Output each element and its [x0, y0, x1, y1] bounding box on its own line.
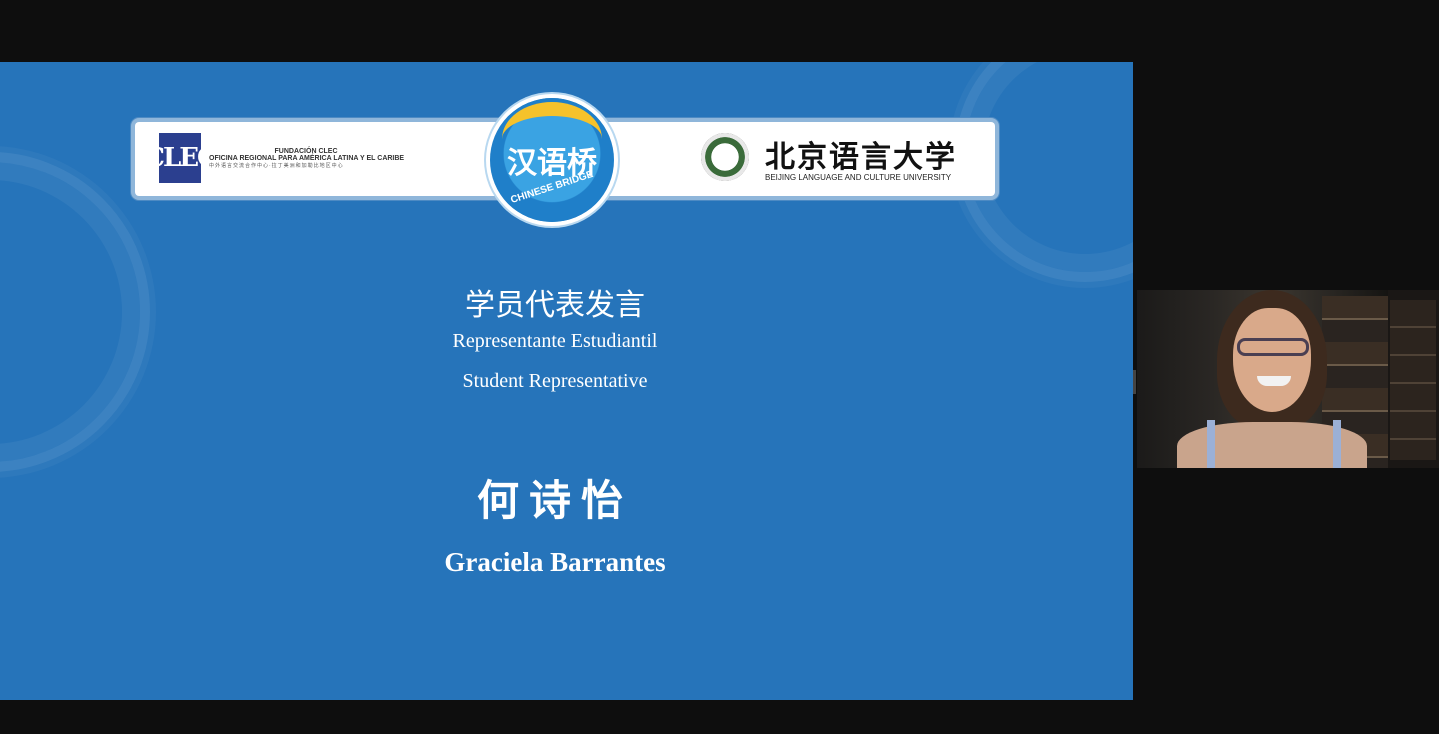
- clec-text: FUNDACIÓN CLEC OFICINA REGIONAL PARA AMÉ…: [209, 148, 404, 169]
- smile: [1257, 376, 1291, 386]
- background-shelf-edge: [1388, 290, 1439, 468]
- clec-line-1: FUNDACIÓN CLEC: [274, 148, 338, 155]
- title-en: Student Representative: [462, 370, 648, 392]
- speaker-name-en: Graciela Barrantes: [444, 547, 666, 577]
- blcu-name-cn: 北京语言大学: [765, 140, 957, 175]
- clec-line-2: OFICINA REGIONAL PARA AMÉRICA LATINA Y E…: [209, 155, 405, 162]
- shared-slide: CLEC FUNDACIÓN CLEC OFICINA REGIONAL PAR…: [0, 62, 1133, 700]
- clec-logo: CLEC: [144, 133, 218, 183]
- participant-video-tile[interactable]: [1137, 290, 1388, 468]
- strap-left: [1207, 420, 1215, 468]
- blcu-name-en: BEIJING LANGUAGE AND CULTURE UNIVERSITY: [765, 173, 952, 182]
- speaker-name-cn: 何诗怡: [476, 476, 633, 525]
- title-cn: 学员代表发言: [465, 288, 645, 323]
- video-panel-handle[interactable]: [1133, 370, 1136, 394]
- participant-face: [1233, 308, 1311, 412]
- chinese-bridge-logo: 汉语桥 CHINESE BRIDGE: [490, 98, 614, 222]
- title-es: Representante Estudiantil: [452, 330, 658, 352]
- blcu-seal-icon: [701, 133, 749, 181]
- strap-right: [1333, 420, 1341, 468]
- clec-line-3: 中外语言交流合作中心·拉丁美洲和加勒比地区中心: [209, 163, 344, 169]
- glasses: [1237, 338, 1309, 356]
